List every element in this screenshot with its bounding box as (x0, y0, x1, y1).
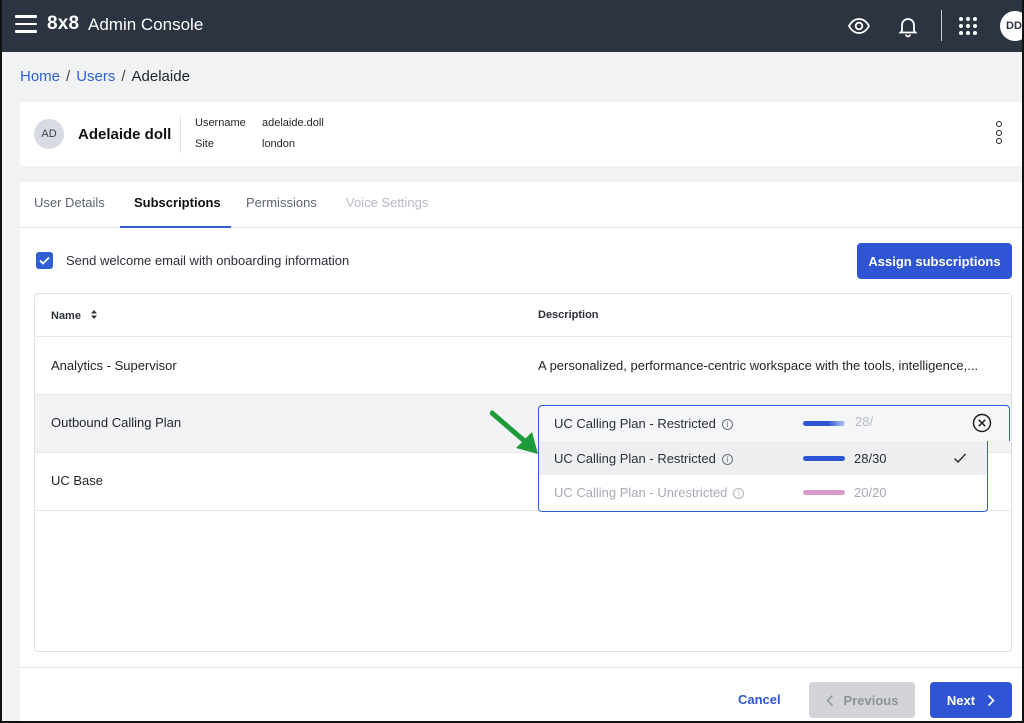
footer-divider (20, 667, 1024, 668)
checkmark-icon (39, 256, 50, 265)
clear-icon[interactable] (972, 413, 992, 433)
user-avatar: AD (34, 119, 64, 149)
bell-icon[interactable] (896, 14, 920, 38)
menu-icon[interactable] (15, 15, 37, 33)
user-card-divider (180, 116, 181, 153)
row-name: Analytics - Supervisor (51, 358, 177, 373)
subscriptions-panel: User Details Subscriptions Permissions V… (20, 182, 1024, 723)
calling-plan-dropdown: UC Calling Plan - Restricted i 28/30 UC C… (538, 441, 988, 512)
next-label: Next (946, 692, 976, 708)
breadcrumb-users[interactable]: Users (76, 68, 115, 85)
username-value: adelaide.doll (262, 117, 324, 129)
usage-bar (803, 421, 845, 426)
row-name: Outbound Calling Plan (51, 415, 182, 430)
user-summary-card: AD Adelaide doll Username adelaide.doll … (20, 102, 1024, 166)
username-label: Username (195, 117, 246, 129)
site-value: london (262, 138, 296, 150)
chevron-left-icon (825, 694, 833, 706)
usage-bar (803, 456, 845, 461)
info-icon[interactable]: i (721, 419, 733, 430)
top-bar: 8x8 Admin Console DD (0, 0, 1024, 52)
previous-label: Previous (843, 692, 899, 708)
column-header-name-label: Name (51, 310, 81, 322)
table-row[interactable]: Analytics - Supervisor A personalized, p… (35, 337, 1011, 395)
breadcrumb-separator: / (121, 68, 126, 85)
assign-subscriptions-button[interactable]: Assign subscriptions (857, 243, 1012, 279)
option-count: 28/30 (854, 451, 887, 466)
sort-icon[interactable] (90, 309, 98, 320)
calling-plan-select[interactable]: UC Calling Plan - Restricted i 28/ (538, 405, 1010, 441)
site-label: Site (195, 138, 214, 150)
breadcrumb-current: Adelaide (131, 68, 190, 85)
info-icon[interactable]: i (721, 454, 733, 465)
row-name: UC Base (51, 473, 104, 488)
option-uc-calling-unrestricted: UC Calling Plan - Unrestricted i 20/20 (539, 475, 987, 509)
more-options-icon[interactable] (996, 121, 1004, 147)
tab-permissions[interactable]: Permissions (246, 195, 317, 210)
welcome-email-checkbox[interactable] (36, 252, 53, 269)
cancel-button[interactable]: Cancel (738, 692, 781, 707)
brand-logo: 8x8 (47, 13, 80, 34)
option-label-text: UC Calling Plan - Restricted (554, 451, 716, 466)
option-label: UC Calling Plan - Restricted i (554, 451, 733, 466)
breadcrumb: Home / Users / Adelaide (20, 68, 190, 85)
select-count: 28/ (855, 414, 874, 429)
topbar-divider (941, 10, 942, 41)
account-avatar[interactable]: DD (1000, 11, 1024, 41)
annotation-arrow-icon (490, 410, 538, 454)
info-icon: i (733, 488, 745, 499)
tab-user-details[interactable]: User Details (34, 195, 105, 210)
table-header: Name Description (35, 294, 1011, 337)
option-count: 20/20 (854, 485, 887, 500)
breadcrumb-separator: / (66, 68, 71, 85)
tab-voice-settings: Voice Settings (346, 195, 429, 210)
apps-grid-icon[interactable] (956, 14, 980, 38)
option-uc-calling-restricted[interactable]: UC Calling Plan - Restricted i 28/30 (539, 441, 987, 475)
check-icon (953, 453, 967, 464)
tab-bar: User Details Subscriptions Permissions V… (20, 182, 1024, 228)
app-title: Admin Console (88, 15, 204, 34)
option-label-text: UC Calling Plan - Unrestricted (554, 485, 728, 500)
row-description: A personalized, performance-centric work… (538, 358, 979, 373)
next-button[interactable]: Next (930, 682, 1012, 718)
eye-icon[interactable] (847, 14, 871, 38)
select-value-label: UC Calling Plan - Restricted (554, 416, 716, 431)
active-tab-indicator (120, 226, 231, 228)
breadcrumb-home[interactable]: Home (20, 68, 60, 85)
option-label: UC Calling Plan - Unrestricted i (554, 485, 745, 500)
previous-button[interactable]: Previous (809, 682, 915, 718)
user-name: Adelaide doll (78, 126, 172, 143)
welcome-email-label: Send welcome email with onboarding infor… (66, 253, 350, 268)
usage-bar (803, 490, 845, 495)
select-value: UC Calling Plan - Restricted i (554, 416, 733, 431)
chevron-right-icon (988, 694, 995, 706)
tab-subscriptions[interactable]: Subscriptions (134, 195, 221, 210)
